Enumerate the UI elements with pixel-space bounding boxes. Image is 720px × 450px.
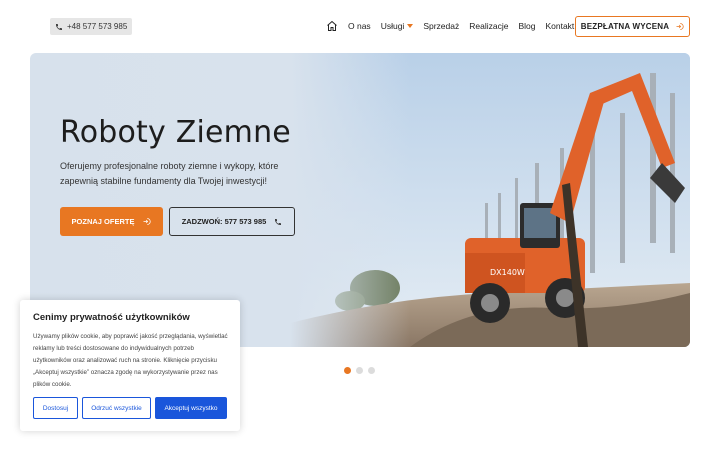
hero-title: Roboty Ziemne	[60, 115, 291, 150]
excavator-image: DX140W	[290, 53, 690, 347]
cookie-consent-banner: Cenimy prywatność użytkowników Używamy p…	[20, 300, 240, 431]
arrow-circle-icon	[676, 23, 684, 30]
phone-badge[interactable]: +48 577 573 985	[50, 18, 132, 35]
slider-dot-1[interactable]	[344, 367, 351, 374]
cookie-title: Cenimy prywatność użytkowników	[33, 312, 190, 323]
nav-item-blog[interactable]: Blog	[518, 21, 535, 31]
nav-item-about[interactable]: O nas	[348, 21, 371, 31]
call-button[interactable]: ZADZWOŃ: 577 573 985	[169, 207, 295, 236]
arrow-circle-icon	[143, 218, 152, 225]
nav-item-contact[interactable]: Kontakt	[545, 21, 574, 31]
explore-offer-button[interactable]: POZNAJ OFERTĘ	[60, 207, 163, 236]
main-nav: O nas Usługi Sprzedaż Realizacje Blog Ko…	[326, 20, 584, 32]
phone-icon	[56, 23, 62, 30]
phone-icon	[275, 218, 282, 225]
chevron-down-icon	[407, 24, 414, 28]
phone-number: +48 577 573 985	[67, 22, 128, 31]
slider-dot-3[interactable]	[368, 367, 375, 374]
home-icon[interactable]	[326, 20, 338, 32]
nav-item-sales[interactable]: Sprzedaż	[423, 21, 459, 31]
nav-item-projects[interactable]: Realizacje	[469, 21, 508, 31]
nav-item-services-label: Usługi	[380, 21, 405, 31]
free-quote-label: BEZPŁATNA WYCENA	[580, 22, 670, 31]
slider-pagination	[344, 367, 380, 374]
call-label: ZADZWOŃ: 577 573 985	[181, 217, 267, 226]
free-quote-button[interactable]: BEZPŁATNA WYCENA	[575, 16, 690, 37]
hero-description: Oferujemy profesjonalne roboty ziemne i …	[60, 161, 279, 186]
explore-offer-label: POZNAJ OFERTĘ	[71, 217, 135, 226]
customize-button[interactable]: Dostosuj	[33, 397, 78, 419]
reject-all-button[interactable]: Odrzuć wszystkie	[82, 397, 151, 419]
accept-all-button[interactable]: Akceptuj wszystko	[155, 397, 227, 419]
cookie-buttons: Dostosuj Odrzuć wszystkie Akceptuj wszys…	[33, 397, 231, 419]
cookie-text: Używamy plików cookie, aby poprawić jako…	[33, 333, 228, 388]
slider-dot-2[interactable]	[356, 367, 363, 374]
nav-item-services[interactable]: Usługi	[381, 21, 414, 31]
